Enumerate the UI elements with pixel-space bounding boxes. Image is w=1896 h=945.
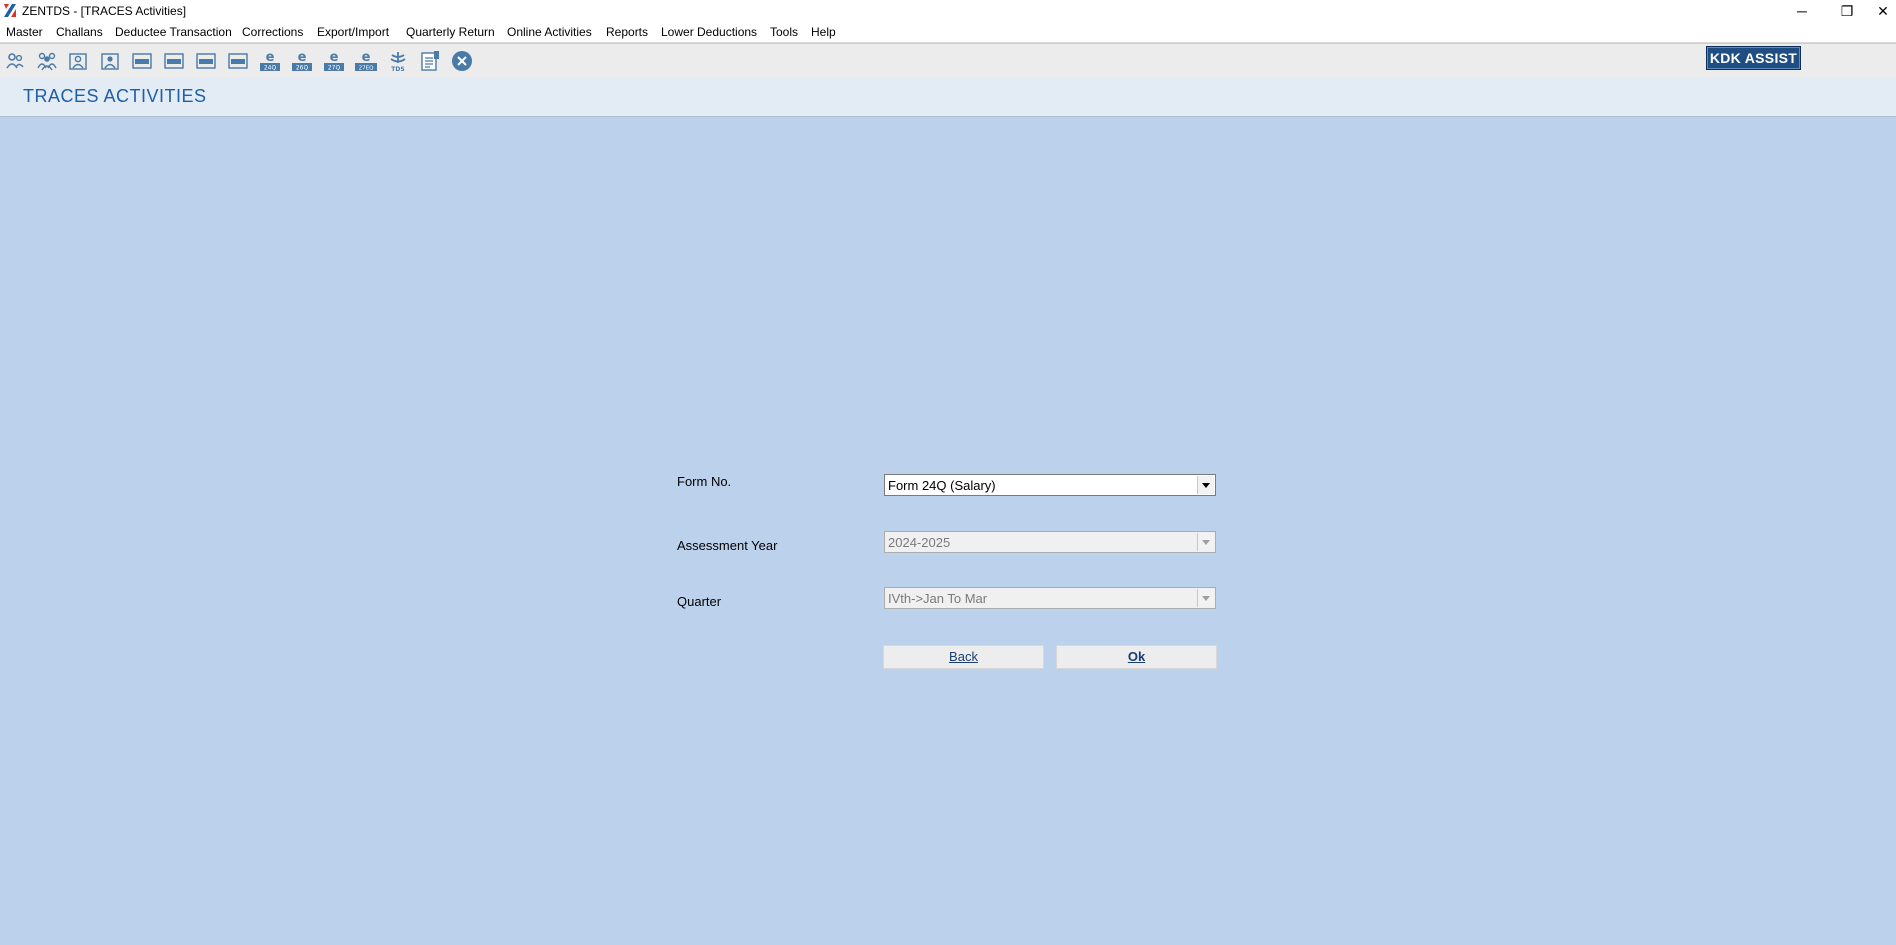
chevron-down-icon[interactable] <box>1197 476 1214 494</box>
menu-lower-deductions[interactable]: Lower Deductions <box>661 25 757 39</box>
tds-icon[interactable]: TDS <box>385 48 411 74</box>
form-no-select[interactable]: Form 24Q (Salary) <box>884 474 1216 496</box>
e-27eq-icon[interactable]: e 27EQ <box>353 48 379 74</box>
menu-reports[interactable]: Reports <box>606 25 648 39</box>
zentds-logo-icon <box>4 4 16 17</box>
assessment-year-value: 2024-2025 <box>888 535 951 550</box>
toolbar: e 24Q e 26Q e 27Q e 27EQ TDS <box>0 44 1896 77</box>
window-title: ZENTDS - [TRACES Activities] <box>22 4 187 18</box>
kdk-assist-button[interactable]: KDK ASSIST <box>1706 46 1801 70</box>
menu-online-activities[interactable]: Online Activities <box>507 25 592 39</box>
close-circle-icon[interactable] <box>449 48 475 74</box>
page-title: TRACES ACTIVITIES <box>23 86 207 106</box>
close-window-button[interactable]: ✕ <box>1870 0 1896 22</box>
form-no-value: Form 24Q (Salary) <box>888 478 996 493</box>
svg-text:27EQ: 27EQ <box>359 66 374 72</box>
svg-text:26Q: 26Q <box>296 65 309 72</box>
svg-text:e: e <box>298 50 307 65</box>
menu-export-import[interactable]: Export/Import <box>317 25 389 39</box>
menu-tools[interactable]: Tools <box>770 25 798 39</box>
e-26q-icon[interactable]: e 26Q <box>289 48 315 74</box>
ok-button[interactable]: Ok <box>1056 645 1217 669</box>
chevron-down-icon[interactable] <box>1197 589 1214 607</box>
menu-master[interactable]: Master <box>6 25 43 39</box>
report-icon[interactable] <box>417 48 443 74</box>
menu-challans[interactable]: Challans <box>56 25 103 39</box>
page-header: TRACES ACTIVITIES <box>0 77 1896 117</box>
menu-quarterly-return[interactable]: Quarterly Return <box>406 25 495 39</box>
svg-text:e: e <box>266 50 275 65</box>
deductees-icon[interactable] <box>34 48 60 74</box>
menu-deductee-transaction[interactable]: Deductee Transaction <box>115 25 232 39</box>
form-27q-icon[interactable] <box>193 48 219 74</box>
form-24q-icon[interactable] <box>129 48 155 74</box>
svg-text:27Q: 27Q <box>328 65 341 72</box>
restore-button[interactable]: ❐ <box>1825 0 1869 22</box>
chevron-down-icon[interactable] <box>1197 533 1214 551</box>
title-bar: ZENTDS - [TRACES Activities] ─ ❐ ✕ <box>0 0 1896 22</box>
employee-icon[interactable] <box>65 48 91 74</box>
svg-text:e: e <box>330 50 339 65</box>
form-no-label: Form No. <box>677 474 732 489</box>
employee-salary-icon[interactable] <box>97 48 123 74</box>
assessment-year-label: Assessment Year <box>677 538 778 553</box>
menu-help[interactable]: Help <box>811 25 836 39</box>
svg-text:e: e <box>362 50 371 65</box>
deductor-icon[interactable] <box>2 48 28 74</box>
quarter-value: IVth->Jan To Mar <box>888 591 988 606</box>
e-27q-icon[interactable]: e 27Q <box>321 48 347 74</box>
menu-corrections[interactable]: Corrections <box>242 25 303 39</box>
back-button[interactable]: Back <box>883 645 1044 669</box>
quarter-select[interactable]: IVth->Jan To Mar <box>884 587 1216 609</box>
assessment-year-select[interactable]: 2024-2025 <box>884 531 1216 553</box>
minimize-button[interactable]: ─ <box>1780 0 1824 22</box>
e-24q-icon[interactable]: e 24Q <box>257 48 283 74</box>
svg-text:TDS: TDS <box>391 66 404 73</box>
quarter-label: Quarter <box>677 594 722 609</box>
svg-text:24Q: 24Q <box>264 65 277 72</box>
form-27eq-icon[interactable] <box>225 48 251 74</box>
form-26q-icon[interactable] <box>161 48 187 74</box>
menu-bar: Master Challans Deductee Transaction Cor… <box>0 22 1896 43</box>
